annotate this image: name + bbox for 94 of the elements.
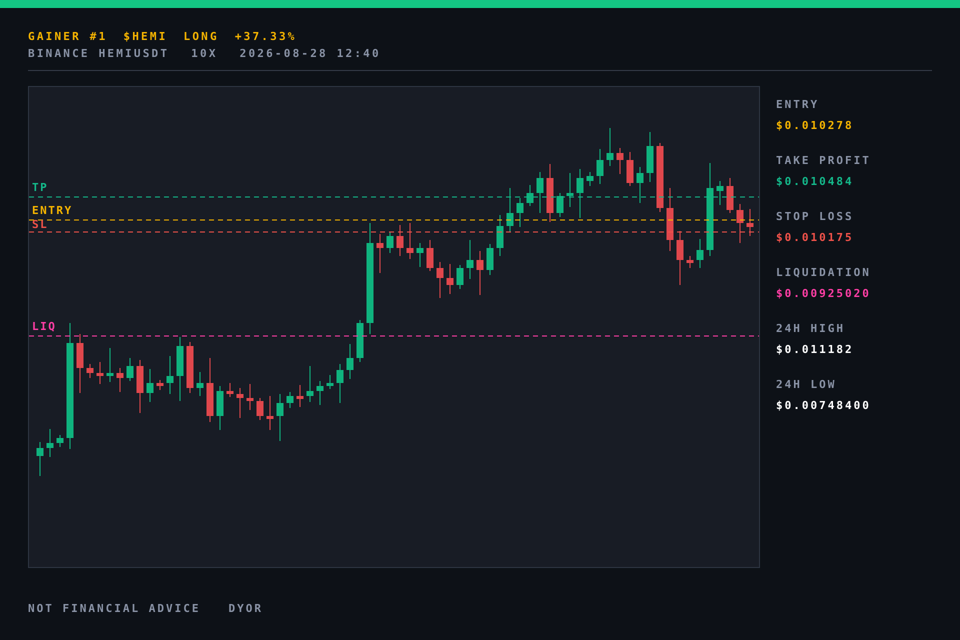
candlestick (626, 152, 634, 186)
candlestick (636, 166, 644, 204)
stat-label: 24H LOW (776, 378, 836, 391)
stat-value: $0.010175 (776, 231, 855, 244)
candlestick (456, 264, 464, 290)
candlestick (436, 262, 444, 298)
candlestick (416, 242, 424, 268)
stat-label: TAKE PROFIT (776, 154, 871, 167)
candlestick (156, 380, 164, 390)
candlestick (376, 234, 384, 274)
meta-text: 10X (191, 47, 218, 60)
title-text: GAINER #1 (28, 30, 108, 43)
meta-text: BINANCE HEMIUSDT (28, 47, 170, 60)
candlestick (616, 148, 624, 174)
candlestick (386, 232, 394, 254)
candlestick (596, 148, 604, 184)
candlestick (46, 428, 54, 458)
candlestick (36, 442, 44, 476)
candlestick (176, 336, 184, 402)
level-label: LIQ (32, 320, 56, 333)
stat-label: LIQUIDATION (776, 266, 871, 279)
candlestick (586, 172, 594, 186)
candlestick (516, 198, 524, 228)
candlestick (266, 396, 274, 430)
candlestick (406, 222, 414, 260)
level-label: TP (32, 181, 48, 194)
stat-value: $0.00925020 (776, 287, 871, 300)
candlestick (426, 240, 434, 272)
candlestick (526, 184, 534, 206)
candlestick (286, 392, 294, 408)
footer-text: DYOR (228, 602, 263, 615)
candlestick (356, 320, 364, 362)
level-label: SL (32, 218, 48, 231)
candlestick (96, 362, 104, 384)
candlestick (676, 230, 684, 286)
candlestick (246, 384, 254, 410)
candlestick (206, 358, 214, 422)
title-text: LONG (184, 30, 219, 43)
candlestick (86, 364, 94, 378)
stat-value: $0.00748400 (776, 399, 871, 412)
candlestick (196, 372, 204, 396)
candlestick (466, 240, 474, 280)
candlestick (396, 224, 404, 256)
candlestick (216, 386, 224, 430)
title-text: +37.33% (234, 30, 297, 43)
candlestick (496, 214, 504, 256)
candlestick (666, 188, 674, 252)
candlestick (136, 360, 144, 414)
candlestick (746, 208, 754, 236)
candlestick (536, 172, 544, 214)
candlestick (696, 238, 704, 268)
stat-value: $0.011182 (776, 343, 855, 356)
stat-label: 24H HIGH (776, 322, 845, 335)
candlestick (606, 128, 614, 166)
candlestick (116, 368, 124, 392)
candlestick (546, 164, 554, 222)
candlestick (306, 366, 314, 402)
candlestick (686, 256, 694, 268)
candlestick (326, 374, 334, 390)
level-label: ENTRY (32, 204, 73, 217)
candlestick (166, 356, 174, 394)
candlestick (346, 344, 354, 380)
candlestick (716, 180, 724, 206)
stat-label: ENTRY (776, 98, 820, 111)
stat-value: $0.010484 (776, 175, 855, 188)
stat-label: STOP LOSS (776, 210, 854, 223)
candlestick (276, 394, 284, 442)
candlestick (476, 250, 484, 296)
candlestick (316, 380, 324, 406)
candlestick (576, 168, 584, 218)
candlestick (556, 192, 564, 218)
candlestick (336, 364, 344, 404)
candlestick (296, 384, 304, 408)
candlestick (106, 348, 114, 382)
candlestick (56, 434, 64, 448)
candlestick (506, 188, 514, 232)
candlestick (186, 342, 194, 394)
stat-value: $0.010278 (776, 119, 855, 132)
title-text: $HEMI (123, 30, 168, 43)
meta-text: 2026-08-28 12:40 (240, 47, 381, 60)
candlestick (726, 178, 734, 214)
candlestick (736, 204, 744, 244)
footer-text: NOT FINANCIAL ADVICE (28, 602, 200, 615)
candlestick (236, 388, 244, 418)
candlestick (486, 244, 494, 276)
candlestick (646, 132, 654, 182)
candlestick (256, 398, 264, 420)
candlestick (146, 368, 154, 402)
candlestick (656, 142, 664, 212)
candlestick (226, 382, 234, 398)
candlestick (566, 172, 574, 208)
candlestick (126, 358, 134, 382)
candlestick (76, 334, 84, 394)
candlestick (446, 264, 454, 294)
